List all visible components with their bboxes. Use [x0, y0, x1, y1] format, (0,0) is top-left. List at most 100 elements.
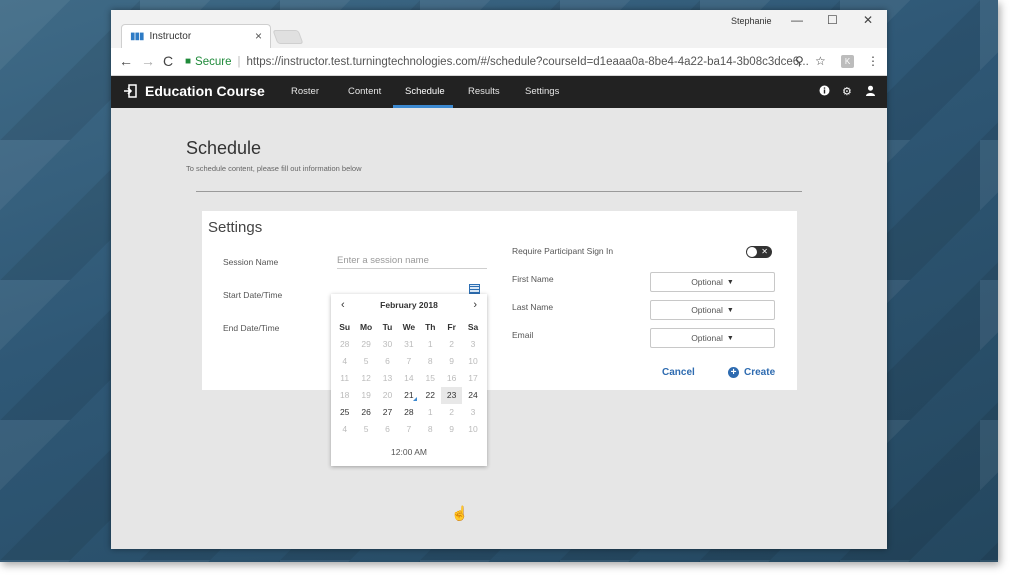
dow-label: We	[402, 322, 416, 332]
create-button[interactable]: + Create	[728, 367, 775, 378]
month-label[interactable]: February 2018	[331, 300, 487, 314]
page-subtitle: To schedule content, please fill out inf…	[186, 164, 362, 173]
profile-name[interactable]: Stephanie	[731, 16, 772, 26]
calendar-icon[interactable]	[469, 284, 480, 294]
menu-dots-icon[interactable]: ⋮	[867, 54, 879, 68]
calendar-day[interactable]: 25	[334, 404, 355, 421]
next-month-icon[interactable]: ›	[473, 299, 477, 311]
calendar-day[interactable]: 18	[334, 387, 355, 404]
forward-icon[interactable]: →	[141, 53, 155, 69]
nav-roster[interactable]: Roster	[291, 86, 319, 97]
calendar-day[interactable]: 22	[420, 387, 441, 404]
first-name-value: Optional	[691, 277, 723, 287]
calendar-day[interactable]: 12	[355, 370, 376, 387]
calendar-day[interactable]: 28	[398, 404, 419, 421]
calendar-day[interactable]: 2	[441, 404, 462, 421]
calendar-day[interactable]: 10	[462, 353, 483, 370]
calendar-day[interactable]: 9	[441, 421, 462, 438]
dow-label: Sa	[467, 322, 479, 332]
last-name-label: Last Name	[512, 302, 554, 312]
calendar-day[interactable]: 20	[377, 387, 398, 404]
calendar-day[interactable]: 30	[377, 336, 398, 353]
calendar-day[interactable]: 24	[462, 387, 483, 404]
email-label: Email	[512, 330, 534, 340]
zoom-search-icon[interactable]: ⚲	[795, 54, 804, 68]
calendar-day[interactable]: 4	[334, 421, 355, 438]
minimize-icon[interactable]: —	[791, 13, 803, 27]
calendar-week-row: 11 12 13 14 15 16 17	[334, 370, 484, 387]
exit-door-icon	[123, 84, 137, 98]
calendar-day[interactable]: 11	[334, 370, 355, 387]
calendar-day[interactable]: 8	[420, 421, 441, 438]
calendar-day[interactable]: 6	[377, 353, 398, 370]
settings-card: Settings Session Name Enter a session na…	[202, 211, 797, 390]
cancel-button[interactable]: Cancel	[662, 367, 695, 378]
calendar-day[interactable]: 4	[334, 353, 355, 370]
calendar-day[interactable]: 5	[355, 421, 376, 438]
calendar-day[interactable]: 29	[355, 336, 376, 353]
reload-icon[interactable]: C	[163, 53, 173, 69]
calendar-day[interactable]: 3	[462, 336, 483, 353]
url-field[interactable]: ■ Secure | https://instructor.test.turni…	[185, 51, 817, 72]
tab-strip: ▮▮▮ Instructor × Stephanie — ☐ ✕	[111, 10, 887, 48]
app-navbar: Education Course Roster Content Schedule…	[111, 76, 887, 108]
extension-icon[interactable]: K	[841, 55, 854, 68]
first-name-select[interactable]: Optional ▼	[650, 272, 775, 292]
star-icon[interactable]: ☆	[815, 54, 826, 68]
gear-icon[interactable]: ⚙	[842, 85, 852, 98]
course-title: Education Course	[145, 83, 265, 99]
schedule-page: Schedule To schedule content, please fil…	[111, 108, 887, 549]
calendar-day[interactable]: 28	[334, 336, 355, 353]
calendar-day[interactable]: 1	[420, 336, 441, 353]
calendar-week-row: 25 26 27 28 1 2 3	[334, 404, 484, 421]
settings-title: Settings	[208, 219, 263, 236]
calendar-day[interactable]: 31	[398, 336, 419, 353]
calendar-day[interactable]: 21	[398, 387, 419, 404]
calendar-day[interactable]: 16	[441, 370, 462, 387]
nav-content[interactable]: Content	[348, 86, 381, 97]
new-tab-button[interactable]	[272, 30, 304, 44]
secure-label: Secure	[195, 55, 232, 68]
divider	[196, 191, 802, 192]
calendar-day[interactable]: 19	[355, 387, 376, 404]
browser-tab[interactable]: ▮▮▮ Instructor ×	[121, 24, 271, 48]
nav-settings[interactable]: Settings	[525, 86, 559, 97]
user-icon[interactable]	[865, 85, 876, 99]
calendar-day[interactable]: 10	[462, 421, 483, 438]
calendar-day[interactable]: 7	[398, 353, 419, 370]
last-name-select[interactable]: Optional ▼	[650, 300, 775, 320]
session-name-input[interactable]: Enter a session name	[337, 255, 487, 269]
calendar-day[interactable]: 8	[420, 353, 441, 370]
tab-title: Instructor	[149, 31, 192, 42]
nav-schedule[interactable]: Schedule	[405, 86, 445, 97]
calendar-week-row: 4 5 6 7 8 9 10	[334, 353, 484, 370]
tab-close-icon[interactable]: ×	[255, 29, 262, 43]
close-window-icon[interactable]: ✕	[863, 13, 873, 27]
calendar-day[interactable]: 2	[441, 336, 462, 353]
dow-label: Su	[339, 322, 351, 332]
calendar-day[interactable]: 15	[420, 370, 441, 387]
url-separator: |	[237, 55, 241, 68]
calendar-day[interactable]: 26	[355, 404, 376, 421]
help-icon[interactable]	[819, 85, 830, 99]
time-selector[interactable]: 12:00 AM	[331, 447, 487, 457]
require-signin-toggle[interactable]: ✕	[746, 246, 772, 258]
maximize-icon[interactable]: ☐	[827, 13, 838, 27]
nav-results[interactable]: Results	[468, 86, 500, 97]
calendar-day[interactable]: 13	[377, 370, 398, 387]
email-select[interactable]: Optional ▼	[650, 328, 775, 348]
calendar-day[interactable]: 7	[398, 421, 419, 438]
calendar-day[interactable]: 6	[377, 421, 398, 438]
calendar-day[interactable]: 17	[462, 370, 483, 387]
back-icon[interactable]: ←	[119, 53, 133, 69]
calendar-day[interactable]: 27	[377, 404, 398, 421]
browser-window: ▮▮▮ Instructor × Stephanie — ☐ ✕ ← → C ■…	[111, 10, 887, 549]
calendar-day[interactable]: 1	[420, 404, 441, 421]
calendar-day[interactable]: 5	[355, 353, 376, 370]
calendar-day[interactable]: 14	[398, 370, 419, 387]
calendar-day[interactable]: 23	[440, 387, 463, 404]
first-name-label: First Name	[512, 274, 554, 284]
course-brand[interactable]: Education Course	[123, 83, 265, 99]
calendar-day[interactable]: 9	[441, 353, 462, 370]
calendar-day[interactable]: 3	[462, 404, 483, 421]
